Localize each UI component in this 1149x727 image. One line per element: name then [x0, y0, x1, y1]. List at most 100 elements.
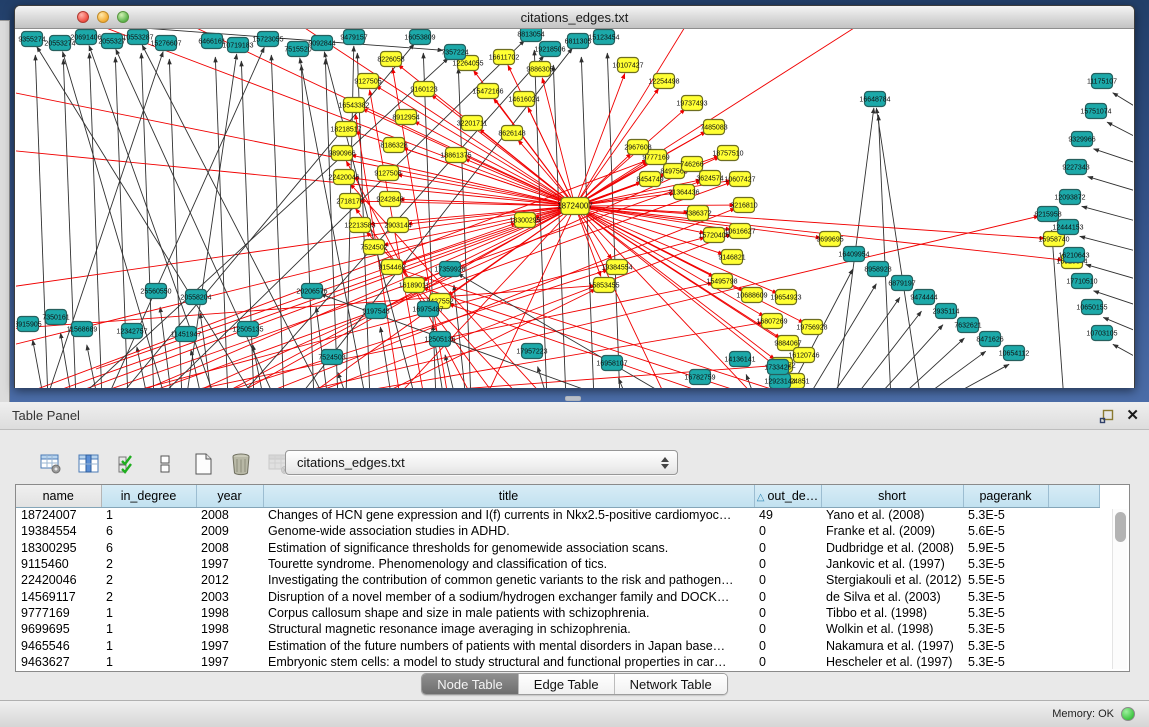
table-cell[interactable]: 0 [754, 605, 821, 621]
table-cell[interactable]: 5.3E-5 [963, 654, 1048, 670]
table-cell[interactable]: de Silva et al. (2003) [821, 588, 963, 604]
table-row[interactable]: 1830029562008Estimation of significance … [16, 540, 1099, 556]
table-cell[interactable]: 0 [754, 588, 821, 604]
graph-edge[interactable] [828, 297, 900, 388]
table-cell[interactable]: 2003 [196, 588, 263, 604]
table-cell[interactable]: Genome-wide association studies in ADHD. [263, 523, 754, 539]
table-cell[interactable]: 0 [754, 556, 821, 572]
table-cell[interactable]: Jankovic et al. (1997) [821, 556, 963, 572]
table-cell[interactable]: 5.5E-5 [963, 572, 1048, 588]
table-cell[interactable]: Estimation of significance thresholds fo… [263, 540, 754, 556]
table-cell[interactable]: 5.9E-5 [963, 540, 1048, 556]
graph-edge[interactable] [852, 311, 921, 388]
table-row[interactable]: 1938455462009Genome-wide association stu… [16, 523, 1099, 539]
table-cell[interactable]: 1998 [196, 605, 263, 621]
citation-network-graph[interactable]: 8226058912750516543382182185179890966224… [16, 29, 1133, 388]
graph-edge[interactable] [445, 355, 456, 388]
table-cell[interactable]: 0 [754, 572, 821, 588]
tab-network-table[interactable]: Network Table [614, 674, 727, 694]
table-cell[interactable] [1048, 588, 1099, 604]
table-cell[interactable]: Disruption of a novel member of a sodium… [263, 588, 754, 604]
table-cell[interactable]: 49 [754, 507, 821, 523]
table-cell[interactable]: 1 [101, 507, 196, 523]
table-cell[interactable]: Hescheler et al. (1997) [821, 654, 963, 670]
delete-columns-icon[interactable] [228, 451, 254, 477]
table-cell[interactable]: 5.3E-5 [963, 507, 1048, 523]
table-cell[interactable]: 2012 [196, 572, 263, 588]
table-cell[interactable]: 5.3E-5 [963, 637, 1048, 653]
column-header[interactable]: title [263, 485, 754, 507]
table-cell[interactable]: 2009 [196, 523, 263, 539]
table-cell[interactable] [1048, 572, 1099, 588]
table-scrollbar[interactable] [1112, 509, 1127, 669]
graph-edge[interactable] [575, 205, 735, 206]
table-cell[interactable]: 1 [101, 654, 196, 670]
table-row[interactable]: 946362711997Embryonic stem cells: a mode… [16, 654, 1099, 670]
float-window-icon[interactable] [1099, 409, 1114, 424]
table-cell[interactable]: Tourette syndrome. Phenomenology and cla… [263, 556, 754, 572]
table-scrollbar-thumb[interactable] [1115, 512, 1126, 542]
table-cell[interactable]: Dudbridge et al. (2008) [821, 540, 963, 556]
graph-edge[interactable] [383, 206, 575, 245]
table-cell[interactable]: Corpus callosum shape and size in male p… [263, 605, 754, 621]
graph-edge[interactable] [458, 274, 676, 388]
table-row[interactable]: 969969511998Structural magnetic resonanc… [16, 621, 1099, 637]
table-selector-dropdown[interactable]: citations_edges.txt [285, 450, 678, 475]
graph-edge[interactable] [414, 121, 575, 206]
table-cell[interactable]: 2 [101, 572, 196, 588]
column-header[interactable] [1048, 485, 1099, 507]
table-cell[interactable]: 9465546 [16, 637, 101, 653]
table-cell[interactable]: 0 [754, 654, 821, 670]
table-cell[interactable]: 14569117 [16, 588, 101, 604]
table-cell[interactable]: 2008 [196, 507, 263, 523]
table-cell[interactable]: 0 [754, 621, 821, 637]
graph-edge[interactable] [575, 206, 1045, 238]
column-header[interactable]: name [16, 485, 101, 507]
graph-edge[interactable] [316, 307, 328, 388]
table-row[interactable]: 2242004622012Investigating the contribut… [16, 572, 1099, 588]
table-row[interactable]: 1456911722003Disruption of a novel membe… [16, 588, 1099, 604]
table-row[interactable]: 1872400712008Changes of HCN gene express… [16, 507, 1099, 523]
table-cell[interactable] [1048, 621, 1099, 637]
table-cell[interactable]: 5.3E-5 [963, 588, 1048, 604]
table-cell[interactable]: 1997 [196, 654, 263, 670]
graph-edge[interactable] [160, 307, 172, 388]
table-cell[interactable]: 6 [101, 540, 196, 556]
table-cell[interactable]: 1 [101, 605, 196, 621]
table-cell[interactable]: Estimation of the future numbers of pati… [263, 637, 754, 653]
graph-edge[interactable] [575, 29, 691, 206]
table-cell[interactable]: 1997 [196, 637, 263, 653]
table-cell[interactable]: Yano et al. (2008) [821, 507, 963, 523]
table-cell[interactable]: Nakamura et al. (1997) [821, 637, 963, 653]
table-cell[interactable]: 5.3E-5 [963, 556, 1048, 572]
table-cell[interactable]: 6 [101, 523, 196, 539]
graph-edge[interactable] [575, 206, 1063, 260]
table-cell[interactable]: Changes of HCN gene expression and I(f) … [263, 507, 754, 523]
table-row[interactable]: 946554611997Estimation of the future num… [16, 637, 1099, 653]
graph-edge[interactable] [63, 59, 76, 388]
graph-edge[interactable] [1082, 206, 1133, 221]
splitter-grip[interactable] [565, 396, 581, 401]
table-cell[interactable]: 22420046 [16, 572, 101, 588]
graph-edge[interactable] [1113, 344, 1133, 357]
table-cell[interactable]: Franke et al. (2009) [821, 523, 963, 539]
table-cell[interactable]: 2 [101, 588, 196, 604]
graph-edge[interactable] [184, 206, 575, 388]
table-cell[interactable]: 0 [754, 540, 821, 556]
select-all-columns-icon[interactable] [114, 451, 140, 477]
column-header[interactable]: short [821, 485, 963, 507]
table-cell[interactable]: 0 [754, 637, 821, 653]
network-window-titlebar[interactable]: citations_edges.txt [15, 6, 1134, 29]
table-cell[interactable]: 1 [101, 621, 196, 637]
create-column-icon[interactable] [190, 451, 216, 477]
table-cell[interactable] [1048, 523, 1099, 539]
column-header[interactable]: in_degree [101, 485, 196, 507]
table-cell[interactable]: 18724007 [16, 507, 101, 523]
graph-edge[interactable] [876, 108, 921, 388]
table-cell[interactable]: Tibbo et al. (1998) [821, 605, 963, 621]
unselect-columns-icon[interactable] [152, 451, 178, 477]
graph-edge[interactable] [1088, 177, 1133, 191]
table-row[interactable]: 911546021997Tourette syndrome. Phenomeno… [16, 556, 1099, 572]
table-cell[interactable] [1048, 654, 1099, 670]
table-cell[interactable]: 19384554 [16, 523, 101, 539]
